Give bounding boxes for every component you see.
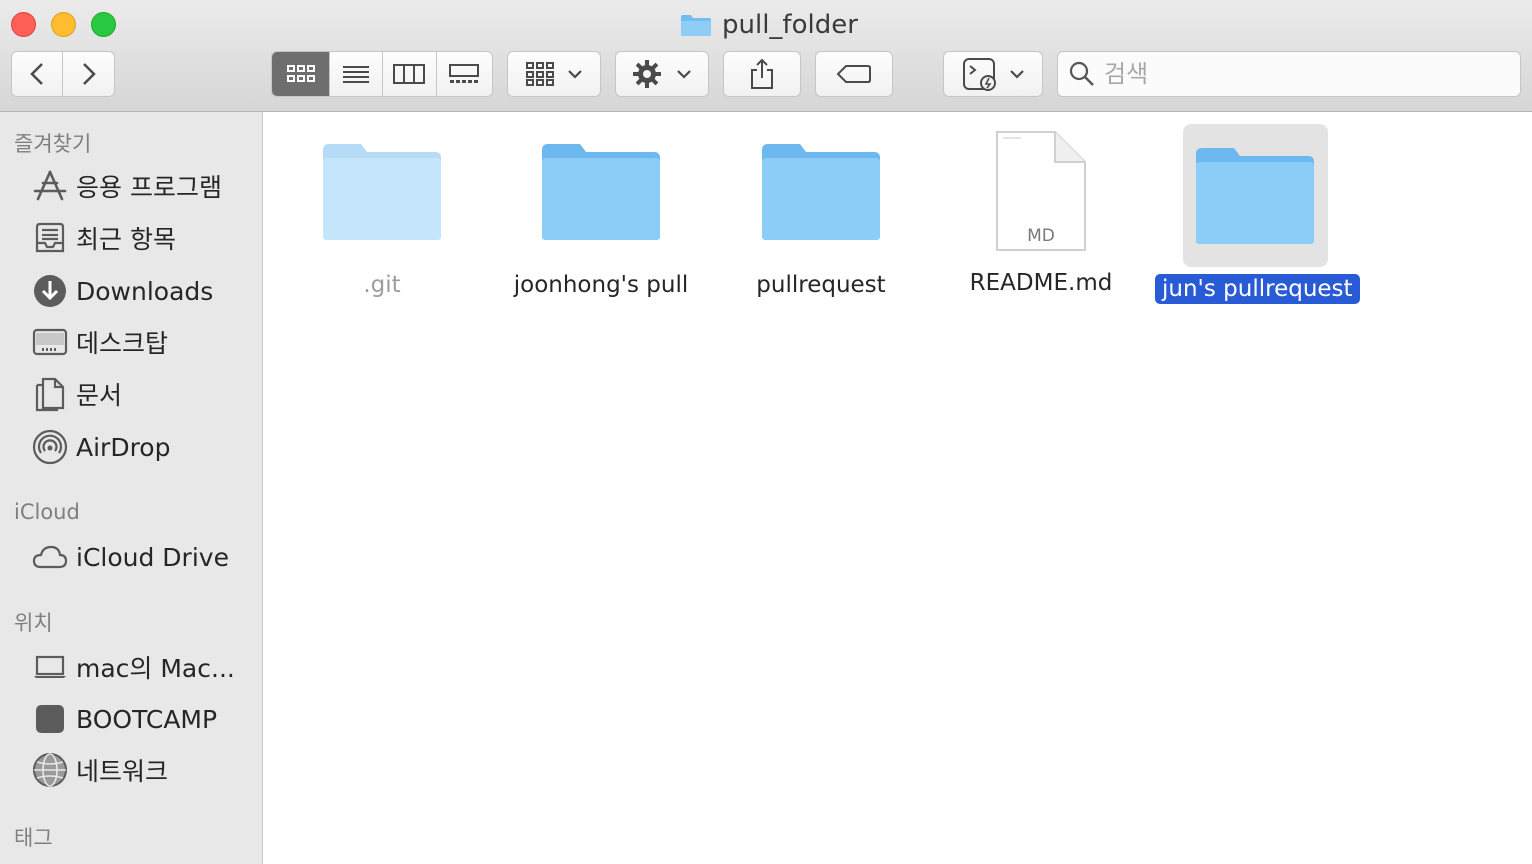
sidebar-item-downloads[interactable]: Downloads (32, 271, 213, 311)
search-field[interactable] (1057, 51, 1521, 97)
grid-icon (526, 62, 554, 86)
sidebar-item-recents[interactable]: 최근 항목 (32, 218, 176, 258)
file-name: pullrequest (756, 272, 886, 298)
close-window-button[interactable] (11, 12, 36, 37)
share-icon (751, 58, 773, 89)
airdrop-icon (32, 429, 68, 465)
sidebar-section-tags: 태그 (14, 826, 53, 850)
view-mode-control (271, 51, 493, 97)
window-toolbar: pull_folder (0, 0, 1532, 112)
icon-view-button[interactable] (272, 52, 331, 96)
file-type-badge: MD (1027, 226, 1055, 246)
network-icon (32, 752, 68, 788)
downloads-icon (32, 273, 68, 309)
file-item-git[interactable]: .git (282, 140, 482, 300)
sidebar-item-applications[interactable]: 응용 프로그램 (32, 166, 222, 206)
grid-icon (286, 65, 315, 82)
sidebar-item-label: 문서 (76, 381, 123, 410)
sidebar-item-desktop[interactable]: 데스크탑 (32, 322, 168, 362)
chevron-left-icon (30, 63, 43, 85)
file-item-readme[interactable]: MD README.md (941, 128, 1141, 298)
minimize-window-button[interactable] (51, 12, 76, 37)
sidebar-item-label: mac의 Mac... (76, 654, 235, 683)
file-item-pullrequest[interactable]: pullrequest (721, 140, 921, 300)
share-button[interactable] (723, 51, 801, 97)
sidebar-item-icloud-drive[interactable]: iCloud Drive (32, 537, 229, 577)
sidebar-item-label: BOOTCAMP (76, 704, 218, 734)
sidebar-section-locations: 위치 (14, 611, 53, 635)
edit-tags-button[interactable] (815, 51, 893, 97)
chevron-down-icon (1010, 70, 1024, 79)
chevron-right-icon (82, 63, 96, 85)
gallery-view-button[interactable] (437, 52, 492, 96)
sidebar-item-mac[interactable]: mac의 Mac... (32, 647, 235, 687)
sidebar-section-favorites: 즐겨찾기 (14, 132, 92, 156)
folder-icon (762, 144, 880, 240)
back-button[interactable] (12, 52, 64, 96)
quick-actions-button[interactable] (943, 51, 1043, 97)
sidebar-item-label: iCloud Drive (76, 542, 229, 572)
applications-icon (32, 168, 68, 204)
file-item-juns-pullrequest[interactable]: jun's pullrequest (1155, 144, 1360, 304)
file-name: .git (363, 272, 401, 298)
file-name: joonhong's pull (513, 272, 689, 298)
folder-icon (681, 15, 711, 36)
columns-icon (393, 64, 426, 84)
sidebar-item-documents[interactable]: 문서 (32, 374, 122, 414)
search-icon (1069, 61, 1094, 86)
recents-icon (32, 220, 68, 256)
window-title-text: pull_folder (722, 10, 858, 40)
sidebar-item-label: Downloads (76, 276, 214, 306)
sidebar-item-label: AirDrop (76, 432, 171, 462)
zoom-window-button[interactable] (91, 12, 116, 37)
list-icon (343, 66, 370, 83)
sidebar-item-airdrop[interactable]: AirDrop (32, 427, 170, 467)
folder-icon (1196, 148, 1314, 244)
cloud-icon (32, 539, 68, 575)
script-icon (963, 58, 996, 91)
list-view-button[interactable] (330, 52, 383, 96)
folder-icon (323, 144, 441, 240)
chevron-down-icon (677, 70, 691, 79)
window-title: pull_folder (680, 8, 858, 42)
laptop-icon (32, 649, 68, 685)
sidebar-item-label: 최근 항목 (76, 225, 176, 254)
group-by-button[interactable] (507, 51, 601, 97)
sidebar-section-icloud: iCloud (14, 500, 80, 524)
sidebar-item-bootcamp[interactable]: BOOTCAMP (32, 699, 217, 739)
file-name-selected: jun's pullrequest (1155, 274, 1360, 304)
gear-icon (633, 60, 661, 88)
sidebar-item-label: 응용 프로그램 (76, 173, 222, 202)
action-menu-button[interactable] (615, 51, 709, 97)
forward-button[interactable] (63, 52, 114, 96)
navigation-buttons (11, 51, 115, 97)
column-view-button[interactable] (383, 52, 437, 96)
file-name: README.md (969, 270, 1113, 296)
gallery-icon (449, 64, 480, 83)
chevron-down-icon (568, 70, 582, 79)
search-input[interactable] (1104, 60, 1504, 88)
folder-icon (542, 144, 660, 240)
documents-icon (32, 376, 68, 412)
sidebar-item-label: 데스크탑 (76, 329, 169, 358)
drive-icon (32, 701, 68, 737)
file-item-joonhongs-pull[interactable]: joonhong's pull (501, 140, 701, 300)
sidebar-item-label: 네트워크 (76, 757, 169, 786)
sidebar-item-network[interactable]: 네트워크 (32, 750, 168, 790)
tag-icon (836, 65, 871, 83)
desktop-icon (32, 324, 68, 360)
sidebar: 즐겨찾기 응용 프로그램 최근 항목 Downloads 데스크탑 문서 Air… (0, 112, 263, 864)
